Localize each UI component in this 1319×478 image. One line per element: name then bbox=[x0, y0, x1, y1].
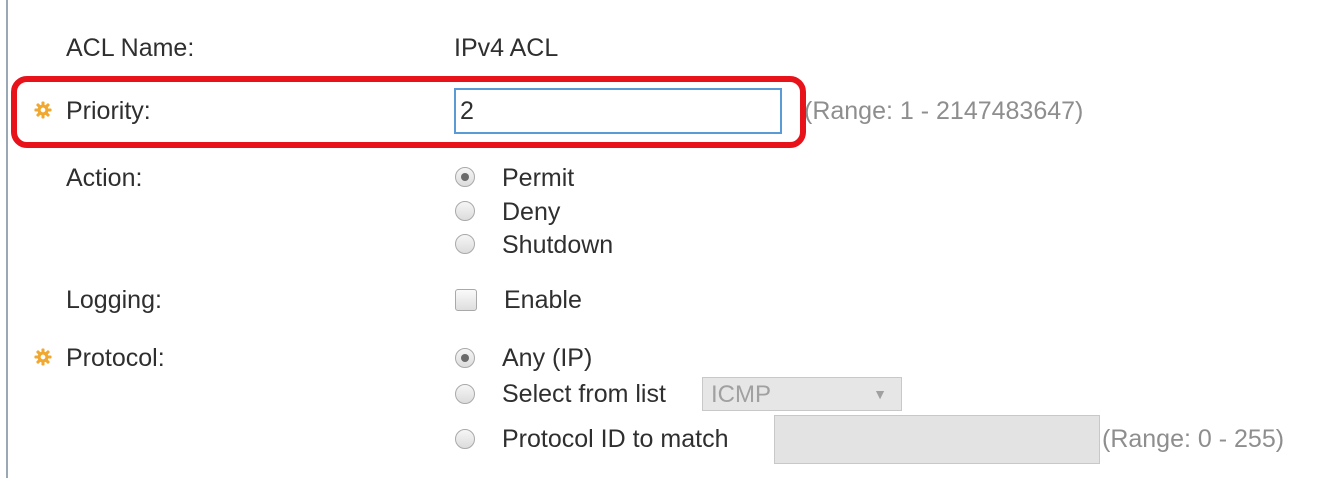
action-deny-label: Deny bbox=[502, 198, 561, 226]
protocol-id-input[interactable] bbox=[774, 415, 1100, 464]
protocol-label: Protocol: bbox=[66, 344, 165, 372]
protocol-select-list-radio[interactable] bbox=[455, 384, 475, 404]
protocol-id-radio[interactable] bbox=[455, 429, 475, 449]
action-permit-label: Permit bbox=[502, 164, 575, 192]
gear-icon bbox=[34, 348, 52, 366]
logging-enable-checkbox[interactable] bbox=[455, 289, 477, 311]
acl-name-value: IPv4 ACL bbox=[454, 34, 559, 62]
chevron-down-icon: ▼ bbox=[873, 386, 887, 402]
priority-range-hint: (Range: 1 - 2147483647) bbox=[804, 97, 1084, 125]
priority-highlight-box bbox=[11, 76, 806, 148]
protocol-select-list-label: Select from list bbox=[502, 380, 666, 408]
protocol-list-select[interactable]: ICMP ▼ bbox=[702, 377, 902, 411]
protocol-id-range-hint: (Range: 0 - 255) bbox=[1102, 425, 1285, 453]
action-permit-radio[interactable] bbox=[455, 167, 475, 187]
logging-label: Logging: bbox=[66, 286, 162, 314]
logging-enable-label: Enable bbox=[504, 286, 582, 314]
protocol-id-label: Protocol ID to match bbox=[502, 425, 729, 453]
protocol-list-select-value: ICMP bbox=[711, 381, 771, 408]
action-deny-radio[interactable] bbox=[455, 201, 475, 221]
protocol-any-ip-radio[interactable] bbox=[455, 348, 475, 368]
left-border bbox=[6, 0, 8, 478]
action-shutdown-radio[interactable] bbox=[455, 234, 475, 254]
action-shutdown-label: Shutdown bbox=[502, 231, 614, 259]
protocol-any-ip-label: Any (IP) bbox=[502, 344, 593, 372]
action-label: Action: bbox=[66, 164, 143, 192]
acl-name-label: ACL Name: bbox=[66, 34, 195, 62]
